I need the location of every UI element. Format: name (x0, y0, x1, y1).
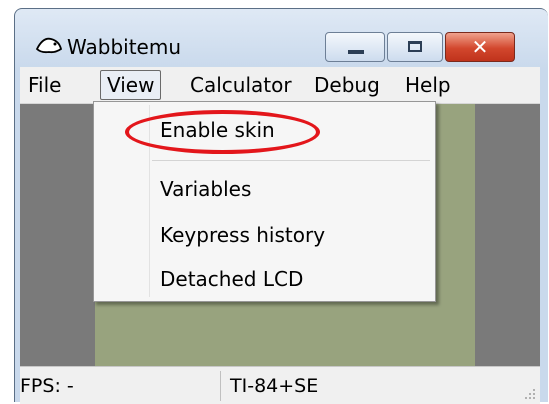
minimize-button[interactable] (325, 32, 385, 62)
close-icon: ✕ (471, 35, 489, 59)
menu-item-keypress-history[interactable]: Keypress history (160, 223, 325, 247)
menu-view[interactable]: View (100, 70, 162, 100)
close-button[interactable]: ✕ (445, 32, 515, 62)
menu-item-detached-lcd[interactable]: Detached LCD (160, 267, 303, 291)
menu-separator (152, 160, 430, 161)
maximize-icon (408, 41, 422, 52)
highlight-ring (125, 110, 320, 154)
model-status: TI-84+SE (230, 375, 319, 397)
minimize-icon (348, 50, 364, 54)
maximize-button[interactable] (387, 32, 443, 62)
app-icon (35, 37, 63, 54)
title-bar[interactable]: Wabbitemu ✕ (15, 9, 548, 65)
status-bar: FPS: - TI-84+SE (20, 366, 540, 404)
menu-item-variables[interactable]: Variables (160, 177, 251, 201)
menu-help[interactable]: Help (405, 71, 451, 99)
menu-bar: File View Calculator Debug Help (20, 67, 540, 104)
resize-grip-icon[interactable] (524, 388, 536, 400)
menu-calculator[interactable]: Calculator (190, 71, 292, 99)
status-divider (220, 371, 221, 401)
fps-status: FPS: - (20, 375, 74, 397)
menu-file[interactable]: File (28, 71, 61, 99)
window-title: Wabbitemu (67, 35, 182, 59)
menu-debug[interactable]: Debug (314, 71, 380, 99)
